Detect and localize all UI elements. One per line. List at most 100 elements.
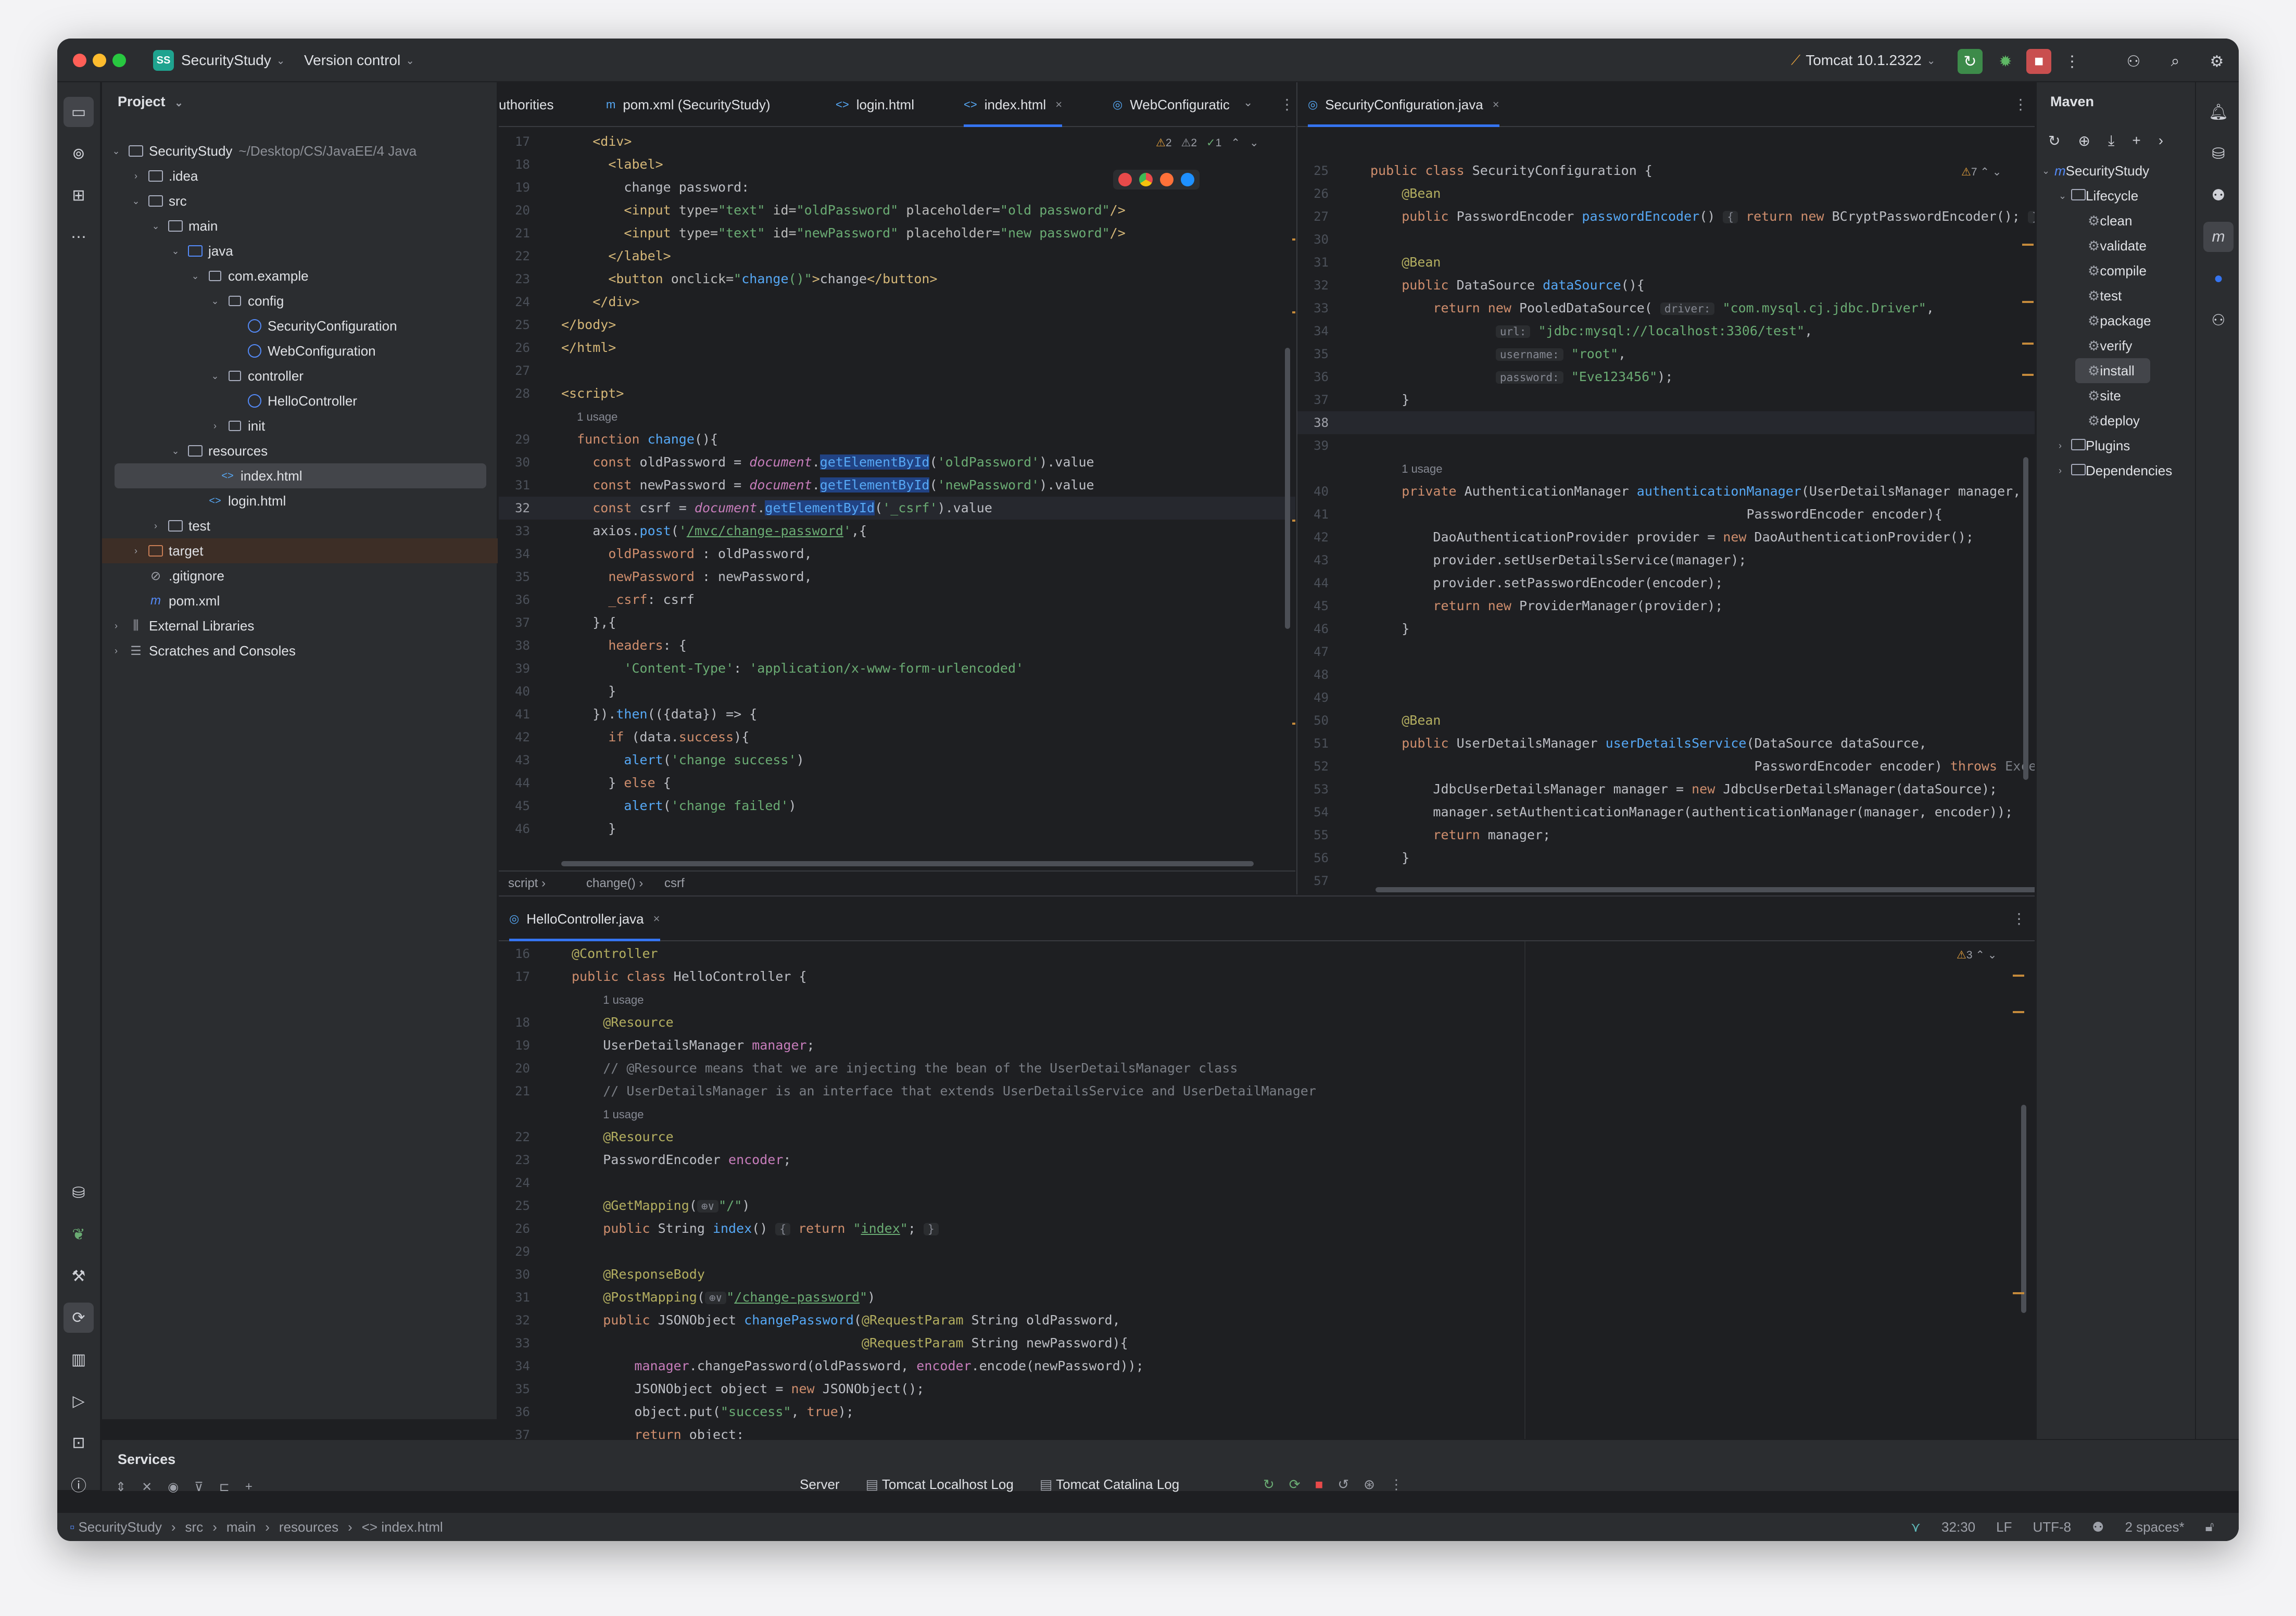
horizontal-scrollbar[interactable]: [561, 861, 1254, 866]
maven-item[interactable]: ⚙ clean: [2075, 208, 2132, 233]
tree-item[interactable]: › .idea: [102, 163, 498, 188]
terminal-tool-icon[interactable]: ⊡: [64, 1428, 94, 1458]
stop-icon[interactable]: ■: [1315, 1476, 1323, 1493]
rerun-button[interactable]: ↻: [1958, 49, 1983, 74]
file-encoding[interactable]: UTF-8: [2033, 1519, 2071, 1535]
close-tab-icon[interactable]: ×: [1493, 98, 1499, 111]
error-stripe-marker[interactable]: [1292, 311, 1295, 313]
firefox-icon[interactable]: [1160, 173, 1174, 186]
tabs-dropdown-icon[interactable]: ⌄: [1243, 96, 1253, 109]
tree-item[interactable]: ⊘ .gitignore: [102, 563, 498, 588]
status-breadcrumb-item[interactable]: <> index.html: [362, 1519, 443, 1535]
expand-all-icon[interactable]: ⇕: [116, 1480, 126, 1495]
maven-item[interactable]: ⚙ package: [2075, 308, 2151, 333]
vertical-scrollbar[interactable]: [2021, 1105, 2026, 1313]
collapse-all-icon[interactable]: ✕: [142, 1480, 152, 1495]
more-tabs-icon[interactable]: ⋮: [2013, 96, 2028, 113]
ai-status-icon[interactable]: ⚉: [2092, 1519, 2104, 1535]
breadcrumb-item[interactable]: change() ›: [586, 872, 643, 894]
tree-item[interactable]: › target: [102, 538, 498, 563]
safari-icon[interactable]: [1181, 173, 1194, 186]
expand-icon[interactable]: ›: [2159, 132, 2163, 149]
lock-icon[interactable]: 🔓︎: [2205, 1519, 2214, 1535]
copilot-status-icon[interactable]: ⋎: [1911, 1519, 1921, 1535]
vcs-menu[interactable]: Version control ⌄: [304, 39, 414, 82]
commit-tool-icon[interactable]: ⊚: [64, 138, 94, 169]
error-stripe-marker[interactable]: [2013, 975, 2024, 977]
project-switcher[interactable]: SS SecurityStudy ⌄: [153, 39, 285, 82]
error-stripe-marker[interactable]: [1292, 723, 1295, 725]
vertical-scrollbar[interactable]: [1285, 348, 1290, 629]
error-stripe-marker[interactable]: [2022, 244, 2034, 246]
spring-tool-icon[interactable]: ❦: [64, 1219, 94, 1249]
run-config-selector[interactable]: ⟋ Tomcat 10.1.2322 ⌄: [1791, 39, 1936, 82]
debug-icon[interactable]: ✹: [1993, 49, 2018, 74]
maven-item[interactable]: ⚙ validate: [2075, 233, 2147, 258]
line-separator[interactable]: LF: [1996, 1519, 2012, 1535]
inspections-widget[interactable]: ⚠7 ⌃ ⌄: [1961, 166, 2001, 179]
editor-tab[interactable]: uthorities: [499, 82, 554, 127]
chevron-right-icon[interactable]: ›: [149, 521, 162, 532]
database-icon[interactable]: ⛁: [2203, 138, 2234, 169]
chevron-down-icon[interactable]: ⌄: [188, 271, 202, 282]
tree-item[interactable]: › ☰ Scratches and Consoles: [102, 638, 498, 663]
rerun-icon[interactable]: ↻: [1263, 1476, 1275, 1493]
status-breadcrumb-item[interactable]: resources: [279, 1519, 338, 1535]
chevron-right-icon[interactable]: ›: [208, 421, 222, 432]
tree-item[interactable]: <> index.html: [115, 463, 486, 488]
editor-tab[interactable]: m pom.xml (SecurityStudy): [606, 82, 771, 127]
inspections-widget[interactable]: ⚠2 ⚠2 ✓1 ⌃ ⌄: [1156, 136, 1259, 149]
tree-item[interactable]: ⌄ SecurityStudy ~/Desktop/CS/JavaEE/4 Java: [102, 138, 498, 163]
view-icon[interactable]: ◉: [168, 1480, 179, 1495]
breadcrumb-item[interactable]: csrf: [664, 872, 685, 894]
chevron-down-icon[interactable]: ⌄: [129, 196, 143, 207]
status-breadcrumb-item[interactable]: src: [185, 1519, 204, 1535]
more-tools-icon[interactable]: ⋯: [64, 222, 94, 252]
maximize-window-button[interactable]: [112, 54, 126, 67]
tree-item[interactable]: › ⫼ External Libraries: [102, 613, 498, 638]
error-stripe-marker[interactable]: [2022, 343, 2034, 345]
maven-item[interactable]: ⚙ verify: [2075, 333, 2132, 358]
download-icon[interactable]: ⤓: [2108, 132, 2114, 149]
refresh-icon[interactable]: ↺: [1338, 1476, 1349, 1493]
close-window-button[interactable]: [73, 54, 86, 67]
services-tab[interactable]: Server: [800, 1476, 840, 1493]
chevron-down-icon[interactable]: ⌄: [208, 296, 222, 307]
build-tool-icon[interactable]: ⚒: [64, 1261, 94, 1291]
stop-button[interactable]: ■: [2026, 49, 2051, 74]
editor-tab[interactable]: ◎ WebConfiguratic: [1113, 82, 1230, 127]
chevron-down-icon[interactable]: ⌄: [208, 371, 222, 382]
chrome-icon[interactable]: [1139, 173, 1153, 186]
tree-item[interactable]: ⌄ controller: [102, 363, 498, 388]
tree-item[interactable]: ⌄ com.example: [102, 263, 498, 288]
tree-item[interactable]: ⌄ java: [102, 238, 498, 263]
chevron-down-icon[interactable]: ⌄: [169, 246, 182, 257]
more-icon[interactable]: ⋮: [1390, 1476, 1403, 1493]
database-tool-icon[interactable]: ⛁: [64, 1178, 94, 1208]
services-tab[interactable]: ▤ Tomcat Localhost Log: [866, 1476, 1014, 1493]
tree-item[interactable]: ⌄ main: [102, 213, 498, 238]
add-icon[interactable]: +: [2132, 132, 2140, 149]
editor-tab[interactable]: ◎ SecurityConfiguration.java ×: [1308, 82, 1499, 127]
add-user-icon[interactable]: ⚇: [2121, 49, 2146, 74]
chevron-right-icon[interactable]: ›: [109, 646, 123, 656]
inspections-widget[interactable]: ⚠3 ⌃ ⌄: [1957, 949, 1997, 962]
more-tabs-icon[interactable]: ⋮: [2012, 910, 2026, 927]
more-icon[interactable]: ⋮: [2060, 49, 2085, 74]
maven-icon[interactable]: m: [2203, 222, 2234, 252]
tree-item[interactable]: › test: [102, 513, 498, 538]
project-panel-title[interactable]: Project ⌄: [118, 94, 183, 110]
maven-item[interactable]: ⚙ compile: [2075, 258, 2147, 283]
editor-tab[interactable]: ◎ HelloController.java ×: [509, 897, 660, 941]
more-tabs-icon[interactable]: ⋮: [1280, 96, 1294, 113]
maven-item[interactable]: ⌄ Lifecycle: [2059, 183, 2138, 208]
tree-item[interactable]: HelloController: [102, 388, 498, 413]
deploy-icon[interactable]: ⊛: [1364, 1476, 1375, 1493]
maven-item[interactable]: › Dependencies: [2059, 458, 2172, 483]
new-tab-icon[interactable]: ⊏: [219, 1480, 230, 1495]
add-service-icon[interactable]: +: [245, 1480, 253, 1495]
restart-icon[interactable]: ⟳: [1289, 1476, 1301, 1493]
horizontal-scrollbar[interactable]: [1376, 887, 2035, 892]
maven-item[interactable]: ⌄ m SecurityStudy: [2042, 158, 2149, 183]
tree-item[interactable]: <> login.html: [102, 488, 498, 513]
